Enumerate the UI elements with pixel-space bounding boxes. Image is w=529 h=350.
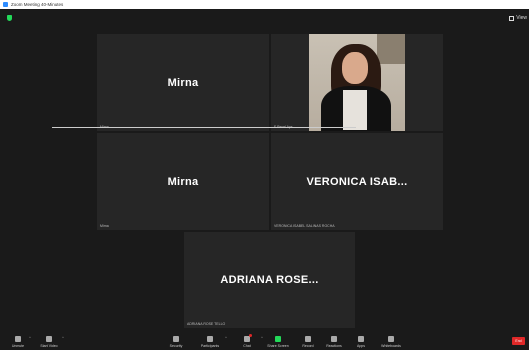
end-button[interactable]: End	[512, 337, 525, 345]
chevron-up-icon[interactable]: ^	[261, 335, 263, 340]
title-bar: Zoom Meeting 40-Minutes	[0, 0, 529, 9]
chevron-up-icon[interactable]: ^	[29, 335, 31, 340]
reactions-button[interactable]: Reactions	[322, 336, 346, 348]
meeting-stage: View Mirna Mirna F Pecel Aps Mirna Mirna…	[0, 9, 529, 350]
record-button[interactable]: Record	[296, 336, 320, 348]
reactions-icon	[331, 336, 337, 342]
meeting-toolbar: Unmute ^ Start Video ^ Security Particip…	[0, 329, 529, 350]
participant-name-big: VERONICA ISAB...	[306, 175, 408, 188]
apps-button[interactable]: Apps	[349, 336, 373, 348]
view-label: View	[516, 15, 527, 21]
participant-video	[309, 34, 405, 131]
participant-label: Mirna	[100, 224, 109, 228]
apps-icon	[358, 336, 364, 342]
start-video-button[interactable]: Start Video	[37, 336, 61, 348]
video-tile-camera[interactable]: F Pecel Aps	[271, 34, 443, 131]
participant-name-big: Mirna	[167, 76, 199, 89]
share-screen-button[interactable]: Share Screen	[266, 336, 290, 348]
participant-label: VERONICA ISABEL SALINAS ROCHA	[274, 224, 335, 228]
video-tile-mirna-2[interactable]: Mirna Mirna	[97, 133, 269, 230]
record-icon	[305, 336, 311, 342]
grid-icon	[509, 15, 515, 21]
participants-button[interactable]: Participants	[198, 336, 222, 348]
video-tile-adriana[interactable]: ADRIANA ROSE... ADRIANA ROSE TELLO	[184, 232, 355, 328]
view-button[interactable]: View	[509, 15, 527, 21]
video-tile-veronica[interactable]: VERONICA ISAB... VERONICA ISABEL SALINAS…	[271, 133, 443, 230]
chevron-up-icon[interactable]: ^	[225, 335, 227, 340]
participant-name-big: Mirna	[167, 175, 199, 188]
divider-line	[52, 127, 356, 128]
shield-icon[interactable]	[7, 15, 12, 21]
participants-icon	[207, 336, 213, 342]
participant-name-big: ADRIANA ROSE...	[220, 274, 319, 286]
participant-label: ADRIANA ROSE TELLO	[187, 322, 226, 326]
chevron-up-icon[interactable]: ^	[62, 335, 64, 340]
zoom-app-icon	[3, 2, 8, 7]
chat-icon	[244, 334, 252, 342]
whiteboard-icon	[388, 336, 394, 342]
share-screen-icon	[275, 336, 281, 342]
window-title: Zoom Meeting 40-Minutes	[11, 2, 64, 7]
whiteboards-button[interactable]: Whiteboards	[379, 336, 403, 348]
chat-button[interactable]: Chat	[235, 334, 259, 348]
unmute-button[interactable]: Unmute	[6, 336, 30, 348]
video-tile-mirna-1[interactable]: Mirna Mirna	[97, 34, 269, 131]
security-button[interactable]: Security	[164, 336, 188, 348]
shield-icon	[173, 336, 179, 342]
video-off-icon	[46, 336, 52, 342]
microphone-muted-icon	[15, 336, 21, 342]
